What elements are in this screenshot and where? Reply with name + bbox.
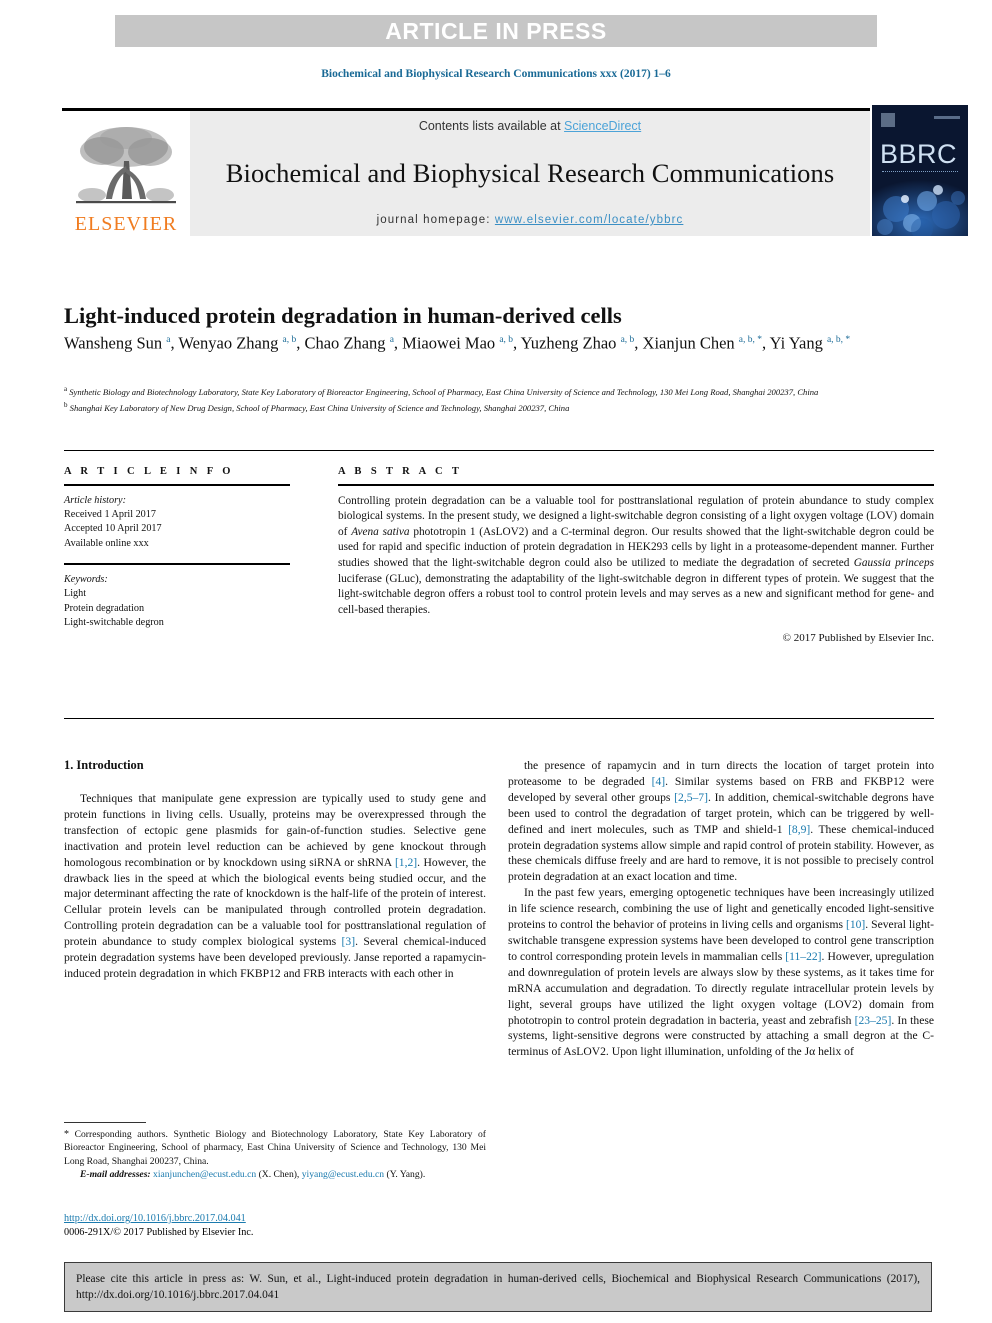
- article-info-rule: [64, 484, 290, 486]
- running-head: Biochemical and Biophysical Research Com…: [321, 68, 671, 80]
- info-section-top-rule: [64, 450, 934, 451]
- footnote-affiliation: * Corresponding authors. Synthetic Biolo…: [64, 1129, 486, 1167]
- masthead-body: ELSEVIER Contents lists available at Sci…: [62, 111, 870, 236]
- contents-lists-line: Contents lists available at ScienceDirec…: [419, 119, 641, 133]
- section-heading-introduction: 1. Introduction: [64, 758, 144, 772]
- abstract-text: Controlling protein degradation can be a…: [338, 494, 934, 616]
- masthead-journal-block: Contents lists available at ScienceDirec…: [190, 111, 870, 236]
- body-column-right: the presence of rapamycin and in turn di…: [508, 758, 934, 1060]
- affiliations: a Synthetic Biology and Biotechnology La…: [64, 385, 819, 413]
- doi-block: http://dx.doi.org/10.1016/j.bbrc.2017.04…: [64, 1212, 486, 1240]
- journal-homepage-link[interactable]: www.elsevier.com/locate/ybbrc: [495, 214, 684, 226]
- sciencedirect-link[interactable]: ScienceDirect: [564, 119, 641, 133]
- paragraph: the presence of rapamycin and in turn di…: [508, 759, 934, 884]
- available-online: Available online xxx: [64, 537, 149, 549]
- elsevier-wordmark: ELSEVIER: [74, 213, 178, 235]
- article-in-press-banner: ARTICLE IN PRESS: [115, 15, 877, 47]
- footnote-rule: [64, 1122, 146, 1123]
- body-section-top-rule: [64, 718, 934, 719]
- cover-top-bar: [934, 116, 960, 119]
- paper-page: ARTICLE IN PRESS Biochemical and Biophys…: [0, 0, 992, 1323]
- abstract-rule: [338, 484, 934, 486]
- journal-masthead: ELSEVIER Contents lists available at Sci…: [62, 105, 968, 236]
- author-list: Wansheng Sun a, Wenyao Zhang a, b, Chao …: [64, 333, 851, 353]
- keyword-item: Protein degradation: [64, 602, 145, 614]
- elsevier-tree-icon: [76, 127, 176, 204]
- corresponding-author-footnote: * Corresponding authors. Synthetic Biolo…: [64, 1128, 486, 1182]
- keywords-label: Keywords:: [64, 573, 108, 585]
- cover-elsevier-mark-icon: [881, 113, 895, 127]
- journal-homepage-prefix: journal homepage:: [376, 214, 495, 226]
- issn-copyright-line: 0006-291X/© 2017 Published by Elsevier I…: [64, 1227, 254, 1238]
- accepted-date: Accepted 10 April 2017: [64, 523, 162, 535]
- cover-dotted-rule: [882, 171, 958, 174]
- doi-link[interactable]: http://dx.doi.org/10.1016/j.bbrc.2017.04…: [64, 1213, 246, 1224]
- article-history-label: Article history:: [64, 494, 126, 506]
- abstract-heading: A B S T R A C T: [338, 466, 463, 477]
- journal-title: Biochemical and Biophysical Research Com…: [225, 158, 835, 188]
- abstract-copyright: © 2017 Published by Elsevier Inc.: [782, 632, 934, 645]
- article-history-block: Article history: Received 1 April 2017 A…: [64, 494, 290, 552]
- article-info-column: A R T I C L E I N F O Article history: R…: [64, 466, 290, 630]
- elsevier-logo: ELSEVIER: [62, 111, 190, 236]
- contents-lists-prefix: Contents lists available at: [418, 119, 565, 133]
- journal-homepage-line: journal homepage: www.elsevier.com/locat…: [377, 214, 684, 226]
- cite-this-article-text: Please cite this article in press as: W.…: [76, 1273, 920, 1302]
- page-title: Light-induced protein degradation in hum…: [64, 303, 622, 329]
- paragraph: In the past few years, emerging optogene…: [508, 886, 934, 1059]
- body-column-left: 1. Introduction Techniques that manipula…: [64, 758, 486, 982]
- cite-this-article-box: Please cite this article in press as: W.…: [64, 1262, 932, 1312]
- journal-cover-thumbnail: BBRC: [872, 105, 968, 236]
- bbrc-wordmark: BBRC: [880, 139, 958, 169]
- article-info-heading: A R T I C L E I N F O: [64, 466, 234, 477]
- abstract-column: A B S T R A C T Controlling protein degr…: [338, 466, 934, 644]
- keyword-item: Light: [64, 588, 87, 600]
- article-in-press-label: ARTICLE IN PRESS: [385, 17, 607, 44]
- received-date: Received 1 April 2017: [64, 509, 156, 520]
- keywords-divider-rule: [64, 563, 290, 565]
- footnote-emails: E-mail addresses: xianjunchen@ecust.edu.…: [80, 1169, 426, 1181]
- keywords-block: Keywords: Light Protein degradation Ligh…: [64, 573, 290, 631]
- paragraph: Techniques that manipulate gene expressi…: [64, 792, 486, 980]
- keyword-item: Light-switchable degron: [64, 617, 164, 629]
